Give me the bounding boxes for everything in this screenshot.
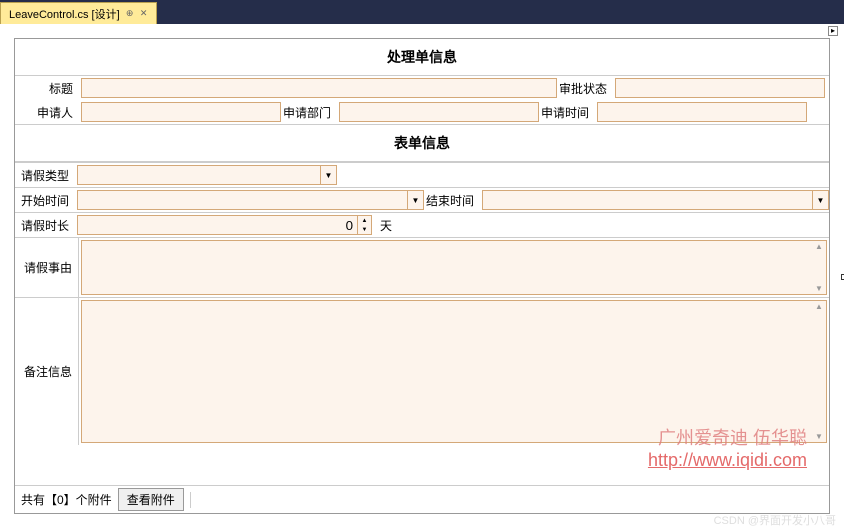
spinner-down-icon[interactable]: ▼ — [358, 225, 371, 234]
scroll-up-icon: ▲ — [815, 242, 825, 251]
applicant-label: 申请人 — [19, 104, 79, 121]
close-icon[interactable]: ✕ — [140, 10, 148, 18]
scroll-down-icon: ▼ — [815, 284, 825, 293]
tab-title: LeaveControl.cs [设计] — [9, 6, 120, 22]
section-title-process: 处理单信息 — [15, 39, 829, 76]
tab-bar: LeaveControl.cs [设计] ⊕ ✕ — [0, 0, 844, 24]
end-time-label: 结束时间 — [426, 192, 480, 209]
attachment-footer: 共有【0】个附件 查看附件 — [15, 485, 829, 513]
chevron-down-icon[interactable]: ▼ — [407, 191, 423, 209]
reason-label: 请假事由 — [15, 238, 79, 297]
chevron-down-icon[interactable]: ▼ — [320, 166, 336, 184]
leave-type-label: 请假类型 — [15, 167, 75, 184]
dept-input[interactable] — [339, 102, 539, 122]
form-container: 处理单信息 标题 审批状态 申请人 申请部门 申请时间 表单信息 请假类型 ▼ … — [14, 38, 830, 514]
duration-input[interactable] — [78, 216, 357, 234]
status-label: 审批状态 — [559, 80, 613, 97]
dept-label: 申请部门 — [283, 104, 337, 121]
title-label: 标题 — [19, 80, 79, 97]
scroll-up-icon: ▲ — [815, 302, 825, 311]
duration-unit: 天 — [374, 217, 398, 234]
chevron-down-icon[interactable]: ▼ — [812, 191, 828, 209]
end-time-input[interactable] — [483, 191, 812, 209]
duration-label: 请假时长 — [15, 217, 75, 234]
separator — [190, 492, 192, 508]
start-time-input[interactable] — [78, 191, 407, 209]
document-tab[interactable]: LeaveControl.cs [设计] ⊕ ✕ — [0, 2, 157, 24]
reason-textarea[interactable] — [81, 240, 827, 295]
start-time-dropdown[interactable]: ▼ — [77, 190, 424, 210]
view-attachment-button[interactable]: 查看附件 — [118, 488, 184, 511]
attachment-count: 共有【0】个附件 — [21, 491, 112, 508]
spinner-up-icon[interactable]: ▲ — [358, 216, 371, 225]
remark-textarea[interactable] — [81, 300, 827, 443]
section-title-form: 表单信息 — [15, 124, 829, 162]
title-input[interactable] — [81, 78, 557, 98]
leave-type-dropdown[interactable]: ▼ — [77, 165, 337, 185]
duration-spinner[interactable]: ▲ ▼ — [77, 215, 372, 235]
status-input[interactable] — [615, 78, 825, 98]
apply-time-input[interactable] — [597, 102, 807, 122]
apply-time-label: 申请时间 — [541, 104, 595, 121]
scroll-down-icon: ▼ — [815, 432, 825, 441]
designer-canvas: ▸ 处理单信息 标题 审批状态 申请人 申请部门 申请时间 表单信息 请假类型 … — [0, 24, 844, 530]
end-time-dropdown[interactable]: ▼ — [482, 190, 829, 210]
start-time-label: 开始时间 — [15, 192, 75, 209]
leave-type-input[interactable] — [78, 166, 320, 184]
csdn-credit: CSDN @界面开发小八哥 — [714, 512, 836, 528]
overflow-indicator-icon[interactable]: ▸ — [828, 26, 838, 36]
pin-icon[interactable]: ⊕ — [126, 10, 134, 18]
remark-label: 备注信息 — [15, 298, 79, 445]
applicant-input[interactable] — [81, 102, 281, 122]
watermark-url: http://www.iqidi.com — [648, 450, 807, 471]
